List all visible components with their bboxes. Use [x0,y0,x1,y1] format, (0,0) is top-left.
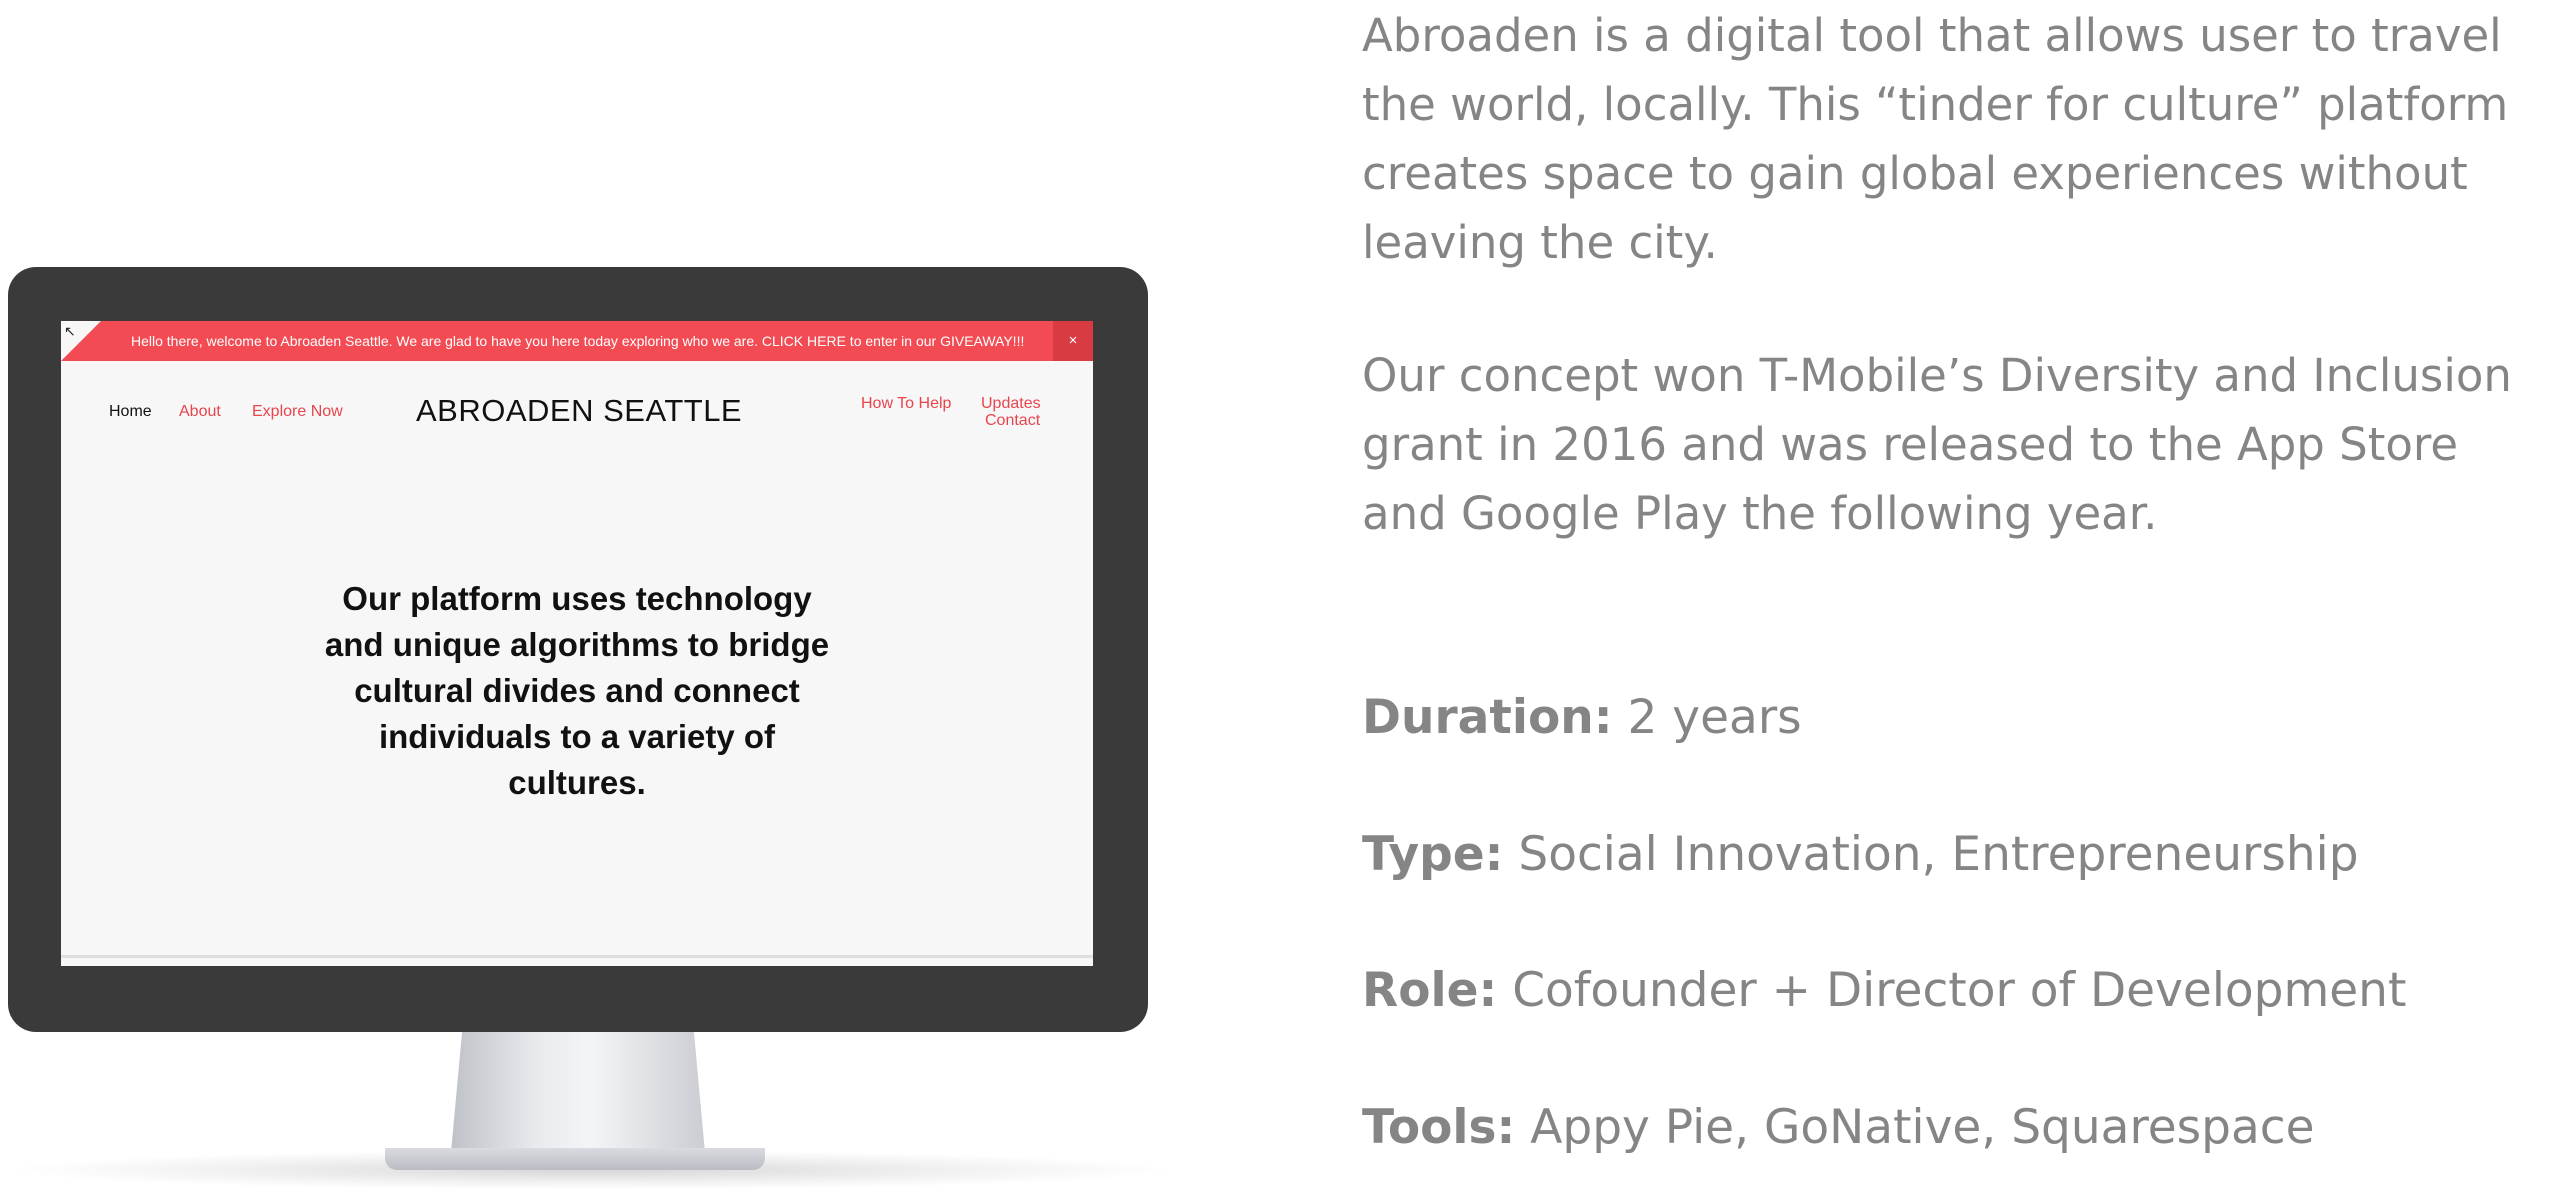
role-detail: Role: Cofounder + Director of Developmen… [1362,961,2406,1021]
type-value: Social Innovation, Entrepreneurship [1503,827,2359,882]
nav-about-link[interactable]: About [179,403,221,421]
duration-value: 2 years [1612,690,1802,745]
site-navigation: Home About Explore Now ABROADEN SEATTLE … [61,361,1093,441]
type-detail: Type: Social Innovation, Entrepreneurshi… [1362,825,2359,885]
monitor-stand [451,1032,705,1152]
announcement-text[interactable]: Hello there, welcome to Abroaden Seattle… [131,333,1024,349]
monitor-stand-base [385,1148,765,1170]
tools-value: Appy Pie, GoNative, Squarespace [1515,1100,2315,1155]
description-paragraph-1: Abroaden is a digital tool that allows u… [1362,9,2509,269]
page: ↖ Hello there, welcome to Abroaden Seatt… [0,0,2560,1201]
role-label: Role: [1362,963,1498,1018]
site-title[interactable]: ABROADEN SEATTLE [416,393,742,429]
duration-detail: Duration: 2 years [1362,688,1802,748]
tools-label: Tools: [1362,1100,1516,1155]
tools-detail: Tools: Appy Pie, GoNative, Squarespace [1362,1098,2315,1158]
monitor-screen: ↖ Hello there, welcome to Abroaden Seatt… [61,321,1093,966]
duration-label: Duration: [1362,690,1613,745]
type-label: Type: [1362,827,1504,882]
screen-divider [61,955,1093,958]
nav-contact-link[interactable]: Contact [985,412,1040,430]
hero-text: Our platform uses technology and unique … [324,580,830,801]
nav-updates-link[interactable]: Updates [981,395,1041,413]
role-value: Cofounder + Director of Development [1497,963,2407,1018]
description-paragraph-2: Our concept won T-Mobile’s Diversity and… [1362,349,2512,540]
announcement-bar[interactable]: ↖ Hello there, welcome to Abroaden Seatt… [61,321,1093,361]
arrow-up-left-icon[interactable]: ↖ [64,323,76,340]
nav-home-link[interactable]: Home [109,403,152,421]
close-icon[interactable]: × [1053,321,1093,361]
nav-explore-now-link[interactable]: Explore Now [252,403,343,421]
nav-how-to-help-link[interactable]: How To Help [861,395,951,413]
